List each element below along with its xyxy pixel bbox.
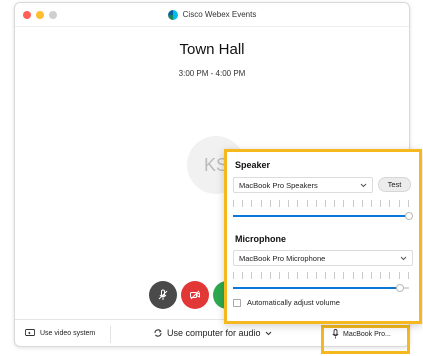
meter-tick (233, 199, 234, 207)
video-button[interactable] (181, 281, 209, 309)
test-speaker-button[interactable]: Test (378, 177, 411, 192)
auto-adjust-volume-label: Automatically adjust volume (247, 298, 340, 307)
window-controls (23, 11, 57, 19)
meter-tick (407, 199, 409, 207)
meter-tick (380, 199, 382, 207)
meter-tick (398, 199, 400, 207)
meter-tick (343, 199, 345, 207)
video-system-button[interactable]: Use video system (25, 329, 95, 337)
video-system-label: Use video system (40, 329, 96, 337)
speaker-select[interactable]: MacBook Pro Speakers (233, 177, 373, 193)
video-off-icon (190, 290, 200, 300)
app-title-text: Cisco Webex Events (182, 10, 257, 19)
audio-settings-popover: Speaker MacBook Pro Speakers Test Microp… (224, 149, 422, 324)
minimize-window-button[interactable] (36, 11, 44, 19)
meeting-title: Town Hall (179, 41, 245, 58)
microphone-volume-slider[interactable] (233, 284, 409, 292)
mute-button[interactable] (149, 281, 177, 309)
meter-tick (325, 271, 327, 279)
meter-tick (315, 271, 317, 279)
zoom-window-button[interactable] (49, 11, 57, 19)
slider-thumb[interactable] (405, 212, 413, 220)
meter-tick (288, 199, 290, 207)
close-window-button[interactable] (23, 11, 31, 19)
meter-tick (315, 199, 317, 207)
app-title: Cisco Webex Events (167, 9, 257, 20)
meter-tick (371, 271, 373, 279)
microphone-section-title: Microphone (235, 234, 286, 244)
video-system-icon (25, 329, 35, 336)
chevron-down-icon (265, 331, 271, 335)
meter-tick (306, 271, 308, 279)
meter-tick (242, 199, 244, 207)
meter-tick (242, 271, 244, 279)
meter-tick (306, 199, 308, 207)
meeting-time: 3:00 PM - 4:00 PM (178, 69, 246, 78)
speaker-volume-slider[interactable] (233, 212, 413, 220)
slider-thumb[interactable] (396, 284, 405, 292)
webex-logo-icon (167, 9, 178, 20)
microphone-level-meter (233, 271, 409, 279)
meter-tick (233, 271, 234, 279)
meter-tick (380, 271, 382, 279)
meter-tick (251, 199, 253, 207)
meter-tick (371, 199, 373, 207)
chevron-down-icon (360, 183, 367, 187)
meter-tick (352, 271, 354, 279)
meter-tick (269, 199, 271, 207)
meter-tick (389, 271, 391, 279)
slider-fill (233, 287, 401, 289)
audio-connection-label: Use computer for audio (167, 328, 261, 338)
meter-tick (297, 271, 299, 279)
meter-tick (334, 199, 336, 207)
microphone-muted-icon (158, 289, 168, 300)
auto-adjust-volume-checkbox[interactable] (233, 298, 241, 307)
slider-fill (233, 215, 409, 217)
meter-tick (389, 199, 391, 207)
meter-tick (279, 199, 281, 207)
speaker-level-meter (233, 199, 409, 207)
meter-tick (260, 271, 262, 279)
meter-tick (269, 271, 271, 279)
audio-connection-button[interactable]: Use computer for audio (153, 328, 272, 338)
auto-adjust-volume-option[interactable]: Automatically adjust volume (233, 298, 340, 307)
meter-tick (361, 199, 363, 207)
microphone-select[interactable]: MacBook Pro Microphone (233, 250, 413, 266)
speaker-section-title: Speaker (235, 160, 271, 170)
meter-tick (279, 271, 281, 279)
meter-tick (325, 199, 327, 207)
chevron-down-icon (400, 256, 407, 260)
microphone-select-value: MacBook Pro Microphone (239, 253, 326, 263)
meter-tick (297, 199, 299, 207)
meter-tick (334, 271, 336, 279)
meter-tick (343, 271, 345, 279)
meter-tick (398, 271, 400, 279)
meter-tick (361, 271, 363, 279)
meter-tick (407, 271, 409, 279)
test-speaker-label: Test (387, 180, 402, 189)
meter-tick (352, 199, 354, 207)
speaker-button-highlight (321, 325, 410, 354)
audio-sync-icon (154, 329, 162, 337)
divider (110, 326, 111, 343)
meter-tick (288, 271, 290, 279)
speaker-select-value: MacBook Pro Speakers (239, 180, 318, 190)
meter-tick (251, 271, 253, 279)
title-bar: Cisco Webex Events (15, 3, 409, 27)
meter-tick (260, 199, 262, 207)
